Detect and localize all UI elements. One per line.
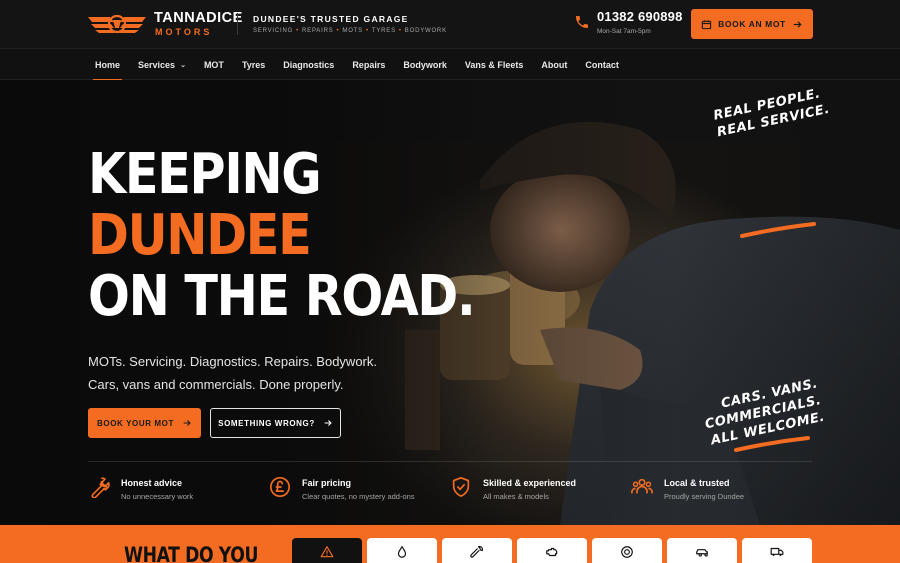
hero-section: KEEPING DUNDEE ON THE ROAD. MOTs. Servic…: [0, 80, 900, 525]
book-your-mot-label: BOOK YOUR MOT: [97, 418, 174, 428]
main-nav: Home Services ⌄ MOT Tyres Diagnostics Rep…: [0, 48, 900, 81]
feature-sub: Clear quotes, no mystery add-ons: [302, 492, 415, 501]
service-tiles: [292, 538, 812, 563]
brush-underline-icon: [740, 222, 816, 238]
nav-about[interactable]: About: [541, 49, 567, 81]
headline-line-3: ON THE ROAD.: [88, 264, 476, 329]
nav-vans-fleets[interactable]: Vans & Fleets: [465, 49, 524, 81]
logo-subname: MOTORS: [155, 27, 213, 38]
hero-subtext: MOTs. Servicing. Diagnostics. Repairs. B…: [88, 350, 408, 396]
feature-sub: Proudly serving Dundee: [664, 492, 745, 501]
dot-separator: •: [296, 28, 300, 34]
hero-headline: KEEPING DUNDEE ON THE ROAD.: [88, 142, 476, 329]
nav-home[interactable]: Home: [92, 49, 123, 81]
hero-sub-line-2: Cars, vans and commercials. Done properl…: [88, 377, 344, 392]
services-heading: WHAT DO YOU: [124, 543, 259, 563]
shield-check-icon: [452, 477, 470, 497]
feature-sub: All makes & models: [483, 492, 549, 501]
opening-hours: Mon-Sat 7am-5pm: [597, 28, 651, 35]
something-wrong-button[interactable]: SOMETHING WRONG?: [210, 408, 341, 438]
engine-icon: [546, 547, 558, 557]
services-band: WHAT DO YOU: [0, 525, 900, 563]
features-divider: [88, 461, 812, 462]
feature-skilled: Skilled & experienced All makes & models: [450, 476, 631, 510]
nav-mot[interactable]: MOT: [204, 49, 224, 81]
arrow-right-icon: [324, 420, 332, 426]
top-header: TANNADICE MOTORS DUNDEE'S TRUSTED GARAGE…: [0, 0, 900, 48]
feature-title: Fair pricing: [302, 478, 352, 488]
book-mot-button[interactable]: BOOK AN MOT: [691, 9, 813, 39]
dot-separator: •: [365, 28, 369, 34]
feature-fair-pricing: Fair pricing Clear quotes, no mystery ad…: [269, 476, 450, 510]
feature-title: Skilled & experienced: [483, 478, 577, 488]
tile-oil[interactable]: [367, 538, 437, 563]
phone-block[interactable]: 01382 690898 Mon-Sat 7am-5pm: [597, 9, 683, 35]
tagline-services: SERVICING • REPAIRS • MOTS • TYRES • BODYWORK: [253, 28, 447, 34]
header-tagline: DUNDEE'S TRUSTED GARAGE SERVICING • REPAIR…: [253, 14, 447, 34]
headline-line-1: KEEPING: [88, 142, 322, 207]
headline-line-2: DUNDEE: [88, 203, 312, 268]
van-icon: [770, 547, 784, 556]
nav-diagnostics[interactable]: Diagnostics: [283, 49, 334, 81]
warning-icon: [320, 546, 334, 558]
tagline-service: REPAIRS: [302, 28, 334, 34]
tagline-service: BODYWORK: [404, 28, 447, 34]
arrow-right-icon: [793, 20, 802, 28]
book-mot-label: BOOK AN MOT: [718, 19, 786, 29]
calendar-icon: [701, 19, 712, 29]
phone-number[interactable]: 01382 690898: [597, 9, 683, 24]
nav-bodywork[interactable]: Bodywork: [403, 49, 447, 81]
dot-separator: •: [398, 28, 402, 34]
book-your-mot-button[interactable]: BOOK YOUR MOT: [88, 408, 201, 438]
pound-icon: [270, 477, 290, 497]
nav-tyres[interactable]: Tyres: [242, 49, 265, 81]
feature-title: Honest advice: [121, 478, 183, 488]
feature-honest-advice: Honest advice No unnecessary work: [88, 476, 269, 510]
tagline-service: SERVICING: [253, 28, 294, 34]
nav-contact[interactable]: Contact: [585, 49, 619, 81]
oil-drop-icon: [397, 545, 407, 558]
car-icon: [696, 549, 708, 557]
nav-services-label: Services: [138, 60, 176, 70]
tile-vans[interactable]: [742, 538, 812, 563]
tagline-service: MOTS: [342, 28, 363, 34]
phone-icon[interactable]: [574, 14, 590, 30]
winged-wheel-logo-icon: [88, 14, 146, 34]
chevron-down-icon: ⌄: [180, 62, 186, 69]
header-divider: [237, 13, 238, 35]
brush-underline-icon: [734, 436, 810, 452]
tile-engine[interactable]: [517, 538, 587, 563]
feature-sub: No unnecessary work: [121, 492, 194, 501]
wrench-icon: [91, 477, 110, 498]
tagline-title: DUNDEE'S TRUSTED GARAGE: [253, 14, 409, 24]
arrow-right-icon: [183, 420, 191, 426]
hero-sub-line-1: MOTs. Servicing. Diagnostics. Repairs. B…: [88, 354, 377, 369]
dot-separator: •: [336, 28, 340, 34]
tile-repairs[interactable]: [442, 538, 512, 563]
nav-repairs[interactable]: Repairs: [352, 49, 385, 81]
wrench-icon: [470, 545, 484, 558]
tile-tyres[interactable]: [592, 538, 662, 563]
logo[interactable]: TANNADICE MOTORS: [88, 9, 242, 39]
people-icon: [631, 478, 653, 494]
feature-local: Local & trusted Proudly serving Dundee: [631, 476, 812, 510]
something-wrong-label: SOMETHING WRONG?: [218, 418, 315, 428]
feature-title: Local & trusted: [664, 478, 730, 488]
tyre-icon: [621, 546, 633, 558]
nav-services[interactable]: Services ⌄: [138, 49, 186, 81]
features-row: Honest advice No unnecessary work Fair p…: [88, 476, 812, 510]
tile-cars[interactable]: [667, 538, 737, 563]
tagline-service: TYRES: [371, 28, 396, 34]
tile-warning[interactable]: [292, 538, 362, 563]
logo-name: TANNADICE: [154, 9, 243, 26]
